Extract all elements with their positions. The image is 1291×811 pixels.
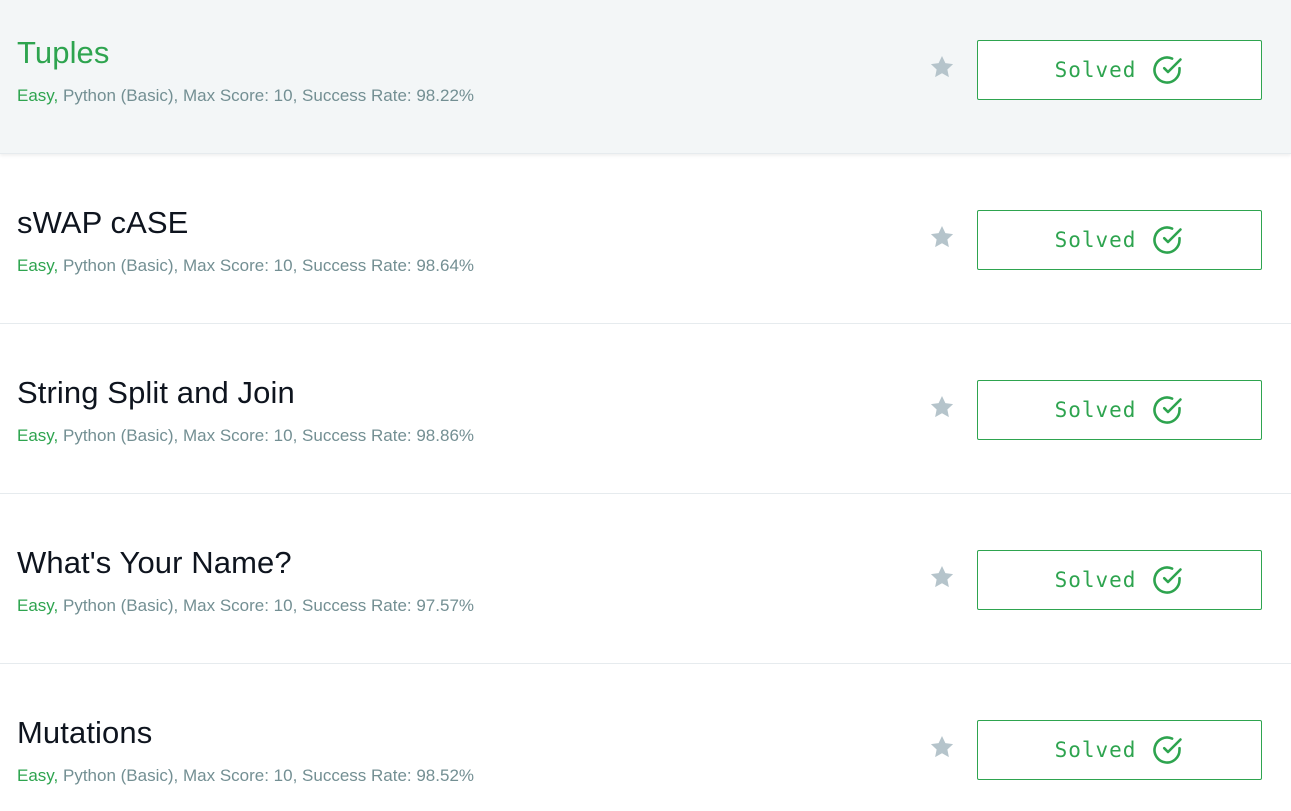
- challenge-row[interactable]: Tuples Easy, Python (Basic), Max Score: …: [0, 0, 1291, 154]
- challenge-row[interactable]: Mutations Easy, Python (Basic), Max Scor…: [0, 680, 1291, 811]
- solved-label: Solved: [1054, 398, 1137, 422]
- difficulty-label: Easy,: [17, 256, 59, 275]
- star-icon[interactable]: [928, 223, 956, 251]
- check-circle-icon: [1153, 396, 1183, 424]
- challenge-details: Python (Basic), Max Score: 10, Success R…: [58, 426, 475, 445]
- challenge-meta: Easy, Python (Basic), Max Score: 10, Suc…: [17, 595, 474, 617]
- challenge-list: Tuples Easy, Python (Basic), Max Score: …: [0, 0, 1291, 811]
- solved-label: Solved: [1054, 228, 1137, 252]
- check-circle-icon: [1153, 56, 1183, 84]
- challenge-title[interactable]: String Split and Join: [17, 375, 295, 411]
- star-icon[interactable]: [928, 563, 956, 591]
- difficulty-label: Easy,: [17, 86, 59, 105]
- challenge-title[interactable]: What's Your Name?: [17, 545, 292, 581]
- difficulty-label: Easy,: [17, 596, 59, 615]
- challenge-row[interactable]: String Split and Join Easy, Python (Basi…: [0, 340, 1291, 494]
- solved-button[interactable]: Solved: [977, 380, 1262, 440]
- solved-button[interactable]: Solved: [977, 550, 1262, 610]
- check-circle-icon: [1153, 736, 1183, 764]
- solved-label: Solved: [1054, 568, 1137, 592]
- star-icon[interactable]: [928, 733, 956, 761]
- challenge-meta: Easy, Python (Basic), Max Score: 10, Suc…: [17, 765, 474, 787]
- challenge-details: Python (Basic), Max Score: 10, Success R…: [58, 766, 475, 785]
- check-circle-icon: [1153, 566, 1183, 594]
- solved-button[interactable]: Solved: [977, 720, 1262, 780]
- challenge-details: Python (Basic), Max Score: 10, Success R…: [58, 596, 475, 615]
- challenge-details: Python (Basic), Max Score: 10, Success R…: [58, 256, 475, 275]
- solved-button[interactable]: Solved: [977, 40, 1262, 100]
- challenge-title[interactable]: Tuples: [17, 35, 110, 71]
- challenge-row[interactable]: What's Your Name? Easy, Python (Basic), …: [0, 510, 1291, 664]
- check-circle-icon: [1153, 226, 1183, 254]
- difficulty-label: Easy,: [17, 766, 59, 785]
- challenge-details: Python (Basic), Max Score: 10, Success R…: [58, 86, 475, 105]
- solved-button[interactable]: Solved: [977, 210, 1262, 270]
- difficulty-label: Easy,: [17, 426, 59, 445]
- challenge-meta: Easy, Python (Basic), Max Score: 10, Suc…: [17, 425, 474, 447]
- challenge-meta: Easy, Python (Basic), Max Score: 10, Suc…: [17, 85, 474, 107]
- star-icon[interactable]: [928, 393, 956, 421]
- challenge-meta: Easy, Python (Basic), Max Score: 10, Suc…: [17, 255, 474, 277]
- challenge-title[interactable]: Mutations: [17, 715, 152, 751]
- challenge-row[interactable]: sWAP cASE Easy, Python (Basic), Max Scor…: [0, 170, 1291, 324]
- star-icon[interactable]: [928, 53, 956, 81]
- solved-label: Solved: [1054, 738, 1137, 762]
- solved-label: Solved: [1054, 58, 1137, 82]
- challenge-title[interactable]: sWAP cASE: [17, 205, 188, 241]
